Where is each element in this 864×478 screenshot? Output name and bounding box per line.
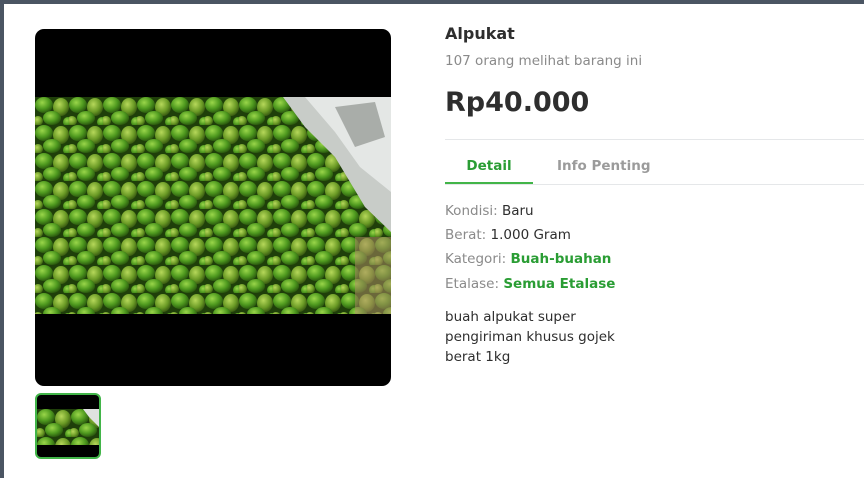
weight-value: 1.000 Gram [490,227,571,243]
divider [445,139,864,140]
description-line: buah alpukat super [445,309,576,325]
avocado-thumbnail-photo [37,409,99,445]
showcase-link[interactable]: Semua Etalase [503,276,615,292]
description-line: berat 1kg [445,349,511,365]
showcase-label: Etalase: [445,276,504,292]
category-row: Kategori: Buah-buahan [445,251,611,267]
product-detail-panel: Alpukat 107 orang melihat barang ini Rp4… [0,0,864,478]
showcase-row: Etalase: Semua Etalase [445,276,615,292]
viewer-count: 107 orang melihat barang ini [445,53,643,69]
category-label: Kategori: [445,251,511,267]
tab-info-penting[interactable]: Info Penting [557,158,651,185]
weight-row: Berat: 1.000 Gram [445,227,571,243]
product-main-image[interactable] [35,29,391,386]
category-link[interactable]: Buah-buahan [510,251,611,267]
product-title: Alpukat [445,24,515,43]
condition-label: Kondisi: [445,203,502,219]
condition-value: Baru [501,203,534,219]
weight-label: Berat: [445,227,491,243]
tab-detail[interactable]: Detail [445,158,533,185]
description-line: pengiriman khusus gojek [445,329,615,345]
product-thumbnail[interactable] [35,393,101,459]
condition-row: Kondisi: Baru [445,203,534,219]
avocado-photo [35,97,391,314]
tab-divider [445,184,864,185]
product-price: Rp40.000 [445,87,590,118]
